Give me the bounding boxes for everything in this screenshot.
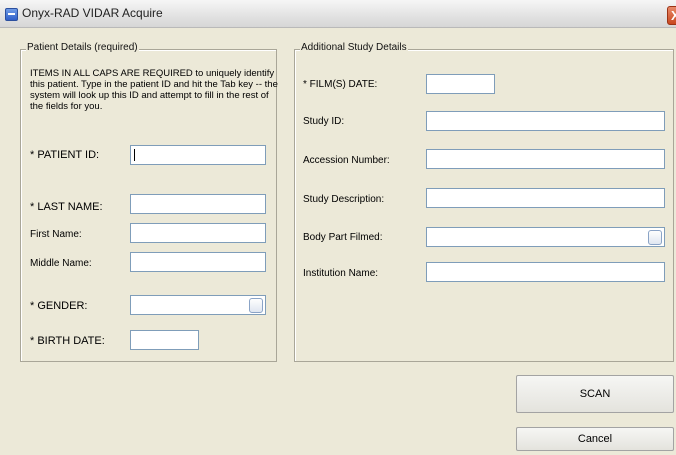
first-name-input[interactable] xyxy=(130,223,266,243)
dropdown-arrow-icon[interactable] xyxy=(249,298,263,313)
study-id-input[interactable] xyxy=(426,111,665,131)
patient-instructions: ITEMS IN ALL CAPS ARE REQUIRED to unique… xyxy=(30,68,278,112)
study-description-label: Study Description: xyxy=(303,194,385,205)
patient-details-legend: Patient Details (required) xyxy=(26,42,139,53)
film-date-input[interactable] xyxy=(426,74,495,94)
close-icon: X xyxy=(671,8,676,23)
film-date-label: * FILM(S) DATE: xyxy=(303,79,378,90)
system-menu-icon[interactable] xyxy=(5,8,18,21)
birth-date-input[interactable] xyxy=(130,330,199,350)
accession-number-input[interactable] xyxy=(426,149,665,169)
institution-name-label: Institution Name: xyxy=(303,268,379,279)
body-part-filmed-label: Body Part Filmed: xyxy=(303,232,383,243)
gender-label: * GENDER: xyxy=(30,300,88,312)
study-details-legend: Additional Study Details xyxy=(300,42,408,53)
window-title: Onyx-RAD VIDAR Acquire xyxy=(22,6,163,20)
last-name-input[interactable] xyxy=(130,194,266,214)
study-description-input[interactable] xyxy=(426,188,665,208)
app-window: Onyx-RAD VIDAR Acquire X Patient Details… xyxy=(0,0,676,455)
dropdown-arrow-icon[interactable] xyxy=(648,230,662,245)
first-name-label: First Name: xyxy=(30,229,82,240)
middle-name-label: Middle Name: xyxy=(30,258,92,269)
title-bar: Onyx-RAD VIDAR Acquire X xyxy=(0,0,676,28)
last-name-label: * LAST NAME: xyxy=(30,201,103,213)
study-id-label: Study ID: xyxy=(303,116,345,127)
text-caret xyxy=(134,149,135,162)
body-part-filmed-select[interactable] xyxy=(426,227,665,247)
scan-button[interactable]: SCAN xyxy=(516,375,674,413)
gender-select[interactable] xyxy=(130,295,266,315)
close-button[interactable]: X xyxy=(667,6,676,25)
birth-date-label: * BIRTH DATE: xyxy=(30,335,105,347)
cancel-button[interactable]: Cancel xyxy=(516,427,674,451)
accession-number-label: Accession Number: xyxy=(303,155,390,166)
institution-name-input[interactable] xyxy=(426,262,665,282)
patient-id-input[interactable] xyxy=(130,145,266,165)
patient-id-label: * PATIENT ID: xyxy=(30,149,100,161)
middle-name-input[interactable] xyxy=(130,252,266,272)
